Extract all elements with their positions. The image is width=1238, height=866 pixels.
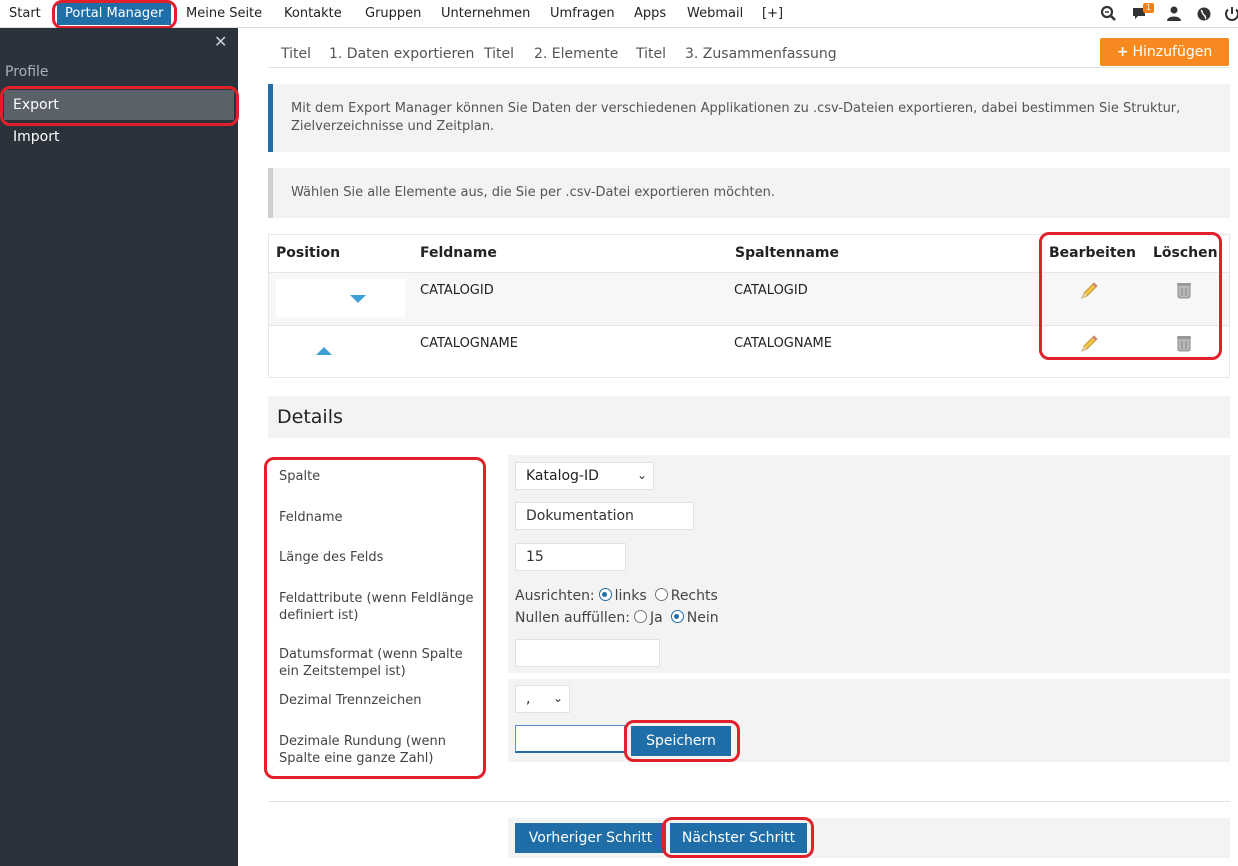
globe-icon[interactable] (1194, 4, 1214, 24)
cell-feldname: CATALOGID (420, 283, 494, 298)
edit-pencil-icon[interactable] (1078, 333, 1100, 355)
radio-links[interactable] (598, 588, 612, 601)
chevron-down-icon: ⌄ (552, 691, 563, 705)
search-icon[interactable] (1099, 4, 1119, 24)
radio-nein-label: Nein (686, 610, 719, 626)
top-navigation-bar: Start Portal Manager Meine Seite Kontakt… (0, 0, 1238, 28)
table-row: CATALOGNAME CATALOGNAME (269, 325, 1229, 378)
radio-ja[interactable] (634, 610, 648, 623)
instruction-text: Wählen Sie alle Elemente aus, die Sie pe… (291, 185, 775, 200)
cell-feldname: CATALOGNAME (420, 336, 518, 351)
power-icon[interactable] (1222, 4, 1238, 24)
ausrichten-label: Ausrichten: (515, 588, 595, 604)
radio-rechts[interactable] (654, 588, 668, 601)
cell-spaltenname: CATALOGID (734, 283, 808, 298)
delete-trash-icon[interactable] (1173, 332, 1195, 354)
trennzeichen-select[interactable]: , ⌄ (515, 685, 570, 713)
nav-portal-manager[interactable]: Portal Manager (57, 3, 172, 25)
tab-titel-2[interactable]: Titel (484, 46, 514, 62)
info-box: Mit dem Export Manager können Sie Daten … (268, 84, 1230, 152)
details-heading: Details (268, 396, 1230, 438)
chevron-down-icon: ⌄ (636, 468, 647, 482)
nav-umfragen[interactable]: Umfragen (550, 0, 615, 28)
instruction-box: Wählen Sie alle Elemente aus, die Sie pe… (268, 168, 1230, 218)
ausrichten-group: Ausrichten: links Rechts (515, 588, 718, 604)
label-laenge: Länge des Felds (279, 550, 384, 565)
user-icon[interactable] (1164, 4, 1184, 24)
datumsformat-input[interactable] (515, 639, 660, 667)
delete-trash-icon[interactable] (1173, 279, 1195, 301)
sidebar-item-export[interactable]: Export (4, 90, 234, 120)
header-feldname: Feldname (420, 245, 497, 261)
move-up-icon[interactable] (316, 347, 332, 355)
nullen-group: Nullen auffüllen: Ja Nein (515, 610, 719, 626)
header-spaltenname: Spaltenname (735, 245, 840, 261)
table-row: CATALOGID CATALOGID (269, 272, 1229, 325)
feldname-input[interactable] (515, 502, 694, 530)
header-bearbeiten: Bearbeiten (1049, 245, 1136, 261)
label-datumsformat: Datumsformat (wenn Spalte ein Zeitstempe… (279, 647, 463, 679)
tab-zusammenfassung[interactable]: 3. Zusammenfassung (685, 46, 837, 62)
trennzeichen-select-value: , (526, 691, 531, 707)
details-title: Details (277, 406, 343, 428)
nav-unternehmen[interactable]: Unternehmen (441, 0, 530, 28)
previous-step-button[interactable]: Vorheriger Schritt (515, 823, 666, 853)
sidebar-close-icon[interactable]: ✕ (214, 32, 227, 51)
tab-titel-1[interactable]: Titel (281, 46, 311, 62)
sidebar-item-import[interactable]: Import (4, 122, 234, 152)
divider (268, 801, 1230, 802)
nav-apps[interactable]: Apps (634, 0, 666, 28)
add-button-label: Hinzufügen (1132, 44, 1213, 60)
radio-rechts-label: Rechts (670, 588, 718, 604)
step-tabs: Titel 1. Daten exportieren Titel 2. Elem… (268, 38, 1230, 68)
move-down-icon[interactable] (350, 295, 366, 303)
nav-meine-seite[interactable]: Meine Seite (186, 0, 262, 28)
tab-titel-3[interactable]: Titel (636, 46, 666, 62)
tab-daten-exportieren[interactable]: 1. Daten exportieren (329, 46, 474, 62)
position-cell (276, 279, 405, 317)
label-feldattribute: Feldattribute (wenn Feldlänge definiert … (279, 591, 474, 623)
label-spalte: Spalte (279, 469, 321, 484)
plus-icon: + (1116, 44, 1129, 60)
header-loeschen: Löschen (1153, 245, 1218, 261)
elements-table: Position Feldname Spaltenname Bearbeiten… (268, 234, 1230, 378)
label-dezimal-trennzeichen: Dezimal Trennzeichen (279, 693, 422, 708)
next-step-button[interactable]: Nächster Schritt (670, 823, 807, 853)
save-button[interactable]: Speichern (631, 726, 731, 756)
cell-spaltenname: CATALOGNAME (734, 336, 832, 351)
main-content: Titel 1. Daten exportieren Titel 2. Elem… (238, 28, 1238, 866)
tab-elemente[interactable]: 2. Elemente (534, 46, 618, 62)
sidebar: ✕ Profile Export Import (0, 28, 238, 866)
laenge-input[interactable] (515, 543, 626, 571)
rundung-input[interactable] (515, 725, 625, 753)
sidebar-heading-profile: Profile (5, 64, 49, 80)
nav-kontakte[interactable]: Kontakte (284, 0, 342, 28)
label-dezimale-rundung: Dezimale Rundung (wenn Spalte eine ganze… (279, 734, 447, 766)
spalte-select[interactable]: Katalog-ID ⌄ (515, 462, 654, 490)
nav-webmail[interactable]: Webmail (687, 0, 743, 28)
radio-links-label: links (614, 588, 647, 604)
nav-add-tab[interactable]: [+] (762, 0, 783, 28)
nav-gruppen[interactable]: Gruppen (365, 0, 421, 28)
add-button[interactable]: + Hinzufügen (1100, 38, 1229, 66)
header-position: Position (276, 245, 341, 261)
radio-nein[interactable] (670, 610, 684, 623)
notification-badge: 1 (1143, 3, 1155, 13)
radio-ja-label: Ja (650, 610, 663, 626)
nav-start[interactable]: Start (9, 0, 41, 28)
label-feldname: Feldname (279, 510, 343, 525)
nullen-label: Nullen auffüllen: (515, 610, 631, 626)
spalte-select-value: Katalog-ID (526, 468, 599, 484)
info-text: Mit dem Export Manager können Sie Daten … (291, 101, 1181, 134)
edit-pencil-icon[interactable] (1078, 280, 1100, 302)
